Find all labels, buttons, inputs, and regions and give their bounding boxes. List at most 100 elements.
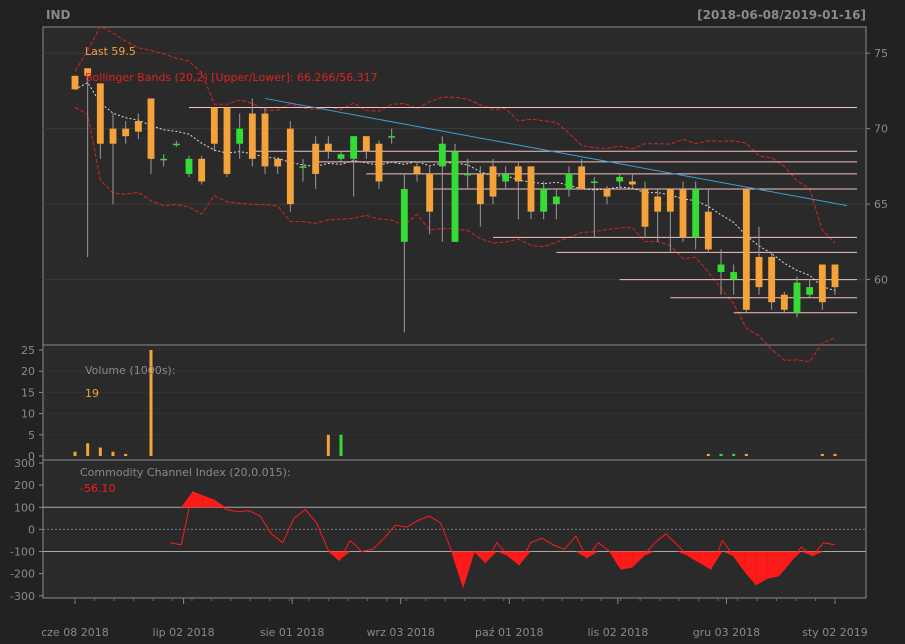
candle-body	[578, 166, 586, 190]
candle-body	[818, 264, 826, 303]
volume-tick-label: 25	[21, 344, 35, 357]
volume-title: Volume (1000s):	[85, 364, 175, 377]
date-range: [2018-06-08/2019-01-16]	[697, 8, 866, 22]
price-tick-label: 70	[874, 123, 888, 136]
volume-bar	[706, 453, 710, 456]
cci-title: Commodity Channel Index (20,0.015):	[80, 466, 291, 479]
candle-body	[552, 196, 560, 205]
x-tick-label: sty 02 2019	[802, 626, 868, 639]
volume-bar	[98, 447, 102, 456]
volume-bar	[326, 434, 330, 456]
candle-body	[641, 189, 649, 227]
candle-body	[350, 136, 358, 159]
volume-tick-label: 15	[21, 386, 35, 399]
candle-body	[413, 166, 421, 174]
candle-body	[590, 181, 598, 183]
candle-body	[210, 107, 218, 144]
candle-body	[261, 113, 269, 167]
x-tick-label: lip 02 2018	[153, 626, 215, 639]
candle-body	[324, 143, 332, 152]
trading-chart: IND [2018-06-08/2019-01-16] 60 65 70 75 0 5 1…	[10, 8, 888, 639]
candle-body	[122, 128, 130, 137]
candle-body	[337, 154, 345, 159]
candle-body	[717, 264, 725, 273]
candle-body	[274, 158, 282, 167]
candle-body	[451, 151, 459, 242]
candle-body	[71, 75, 79, 90]
candle-body	[780, 294, 788, 310]
symbol-label: IND	[46, 8, 71, 22]
cci-tick-label: -100	[10, 546, 35, 559]
x-tick-label: paź 01 2018	[475, 626, 543, 639]
volume-last-value: 19	[85, 387, 99, 400]
candle-body	[679, 189, 687, 238]
candle-body	[704, 211, 712, 250]
price-tick-label: 65	[874, 198, 888, 211]
volume-tick-label: 5	[28, 429, 35, 442]
candle-body	[134, 121, 142, 132]
candle-body	[654, 196, 662, 212]
volume-bar	[86, 443, 90, 456]
candle-body	[400, 189, 408, 242]
candle-body	[96, 83, 104, 144]
candle-body	[464, 173, 472, 176]
cci-tick-label: -200	[10, 568, 35, 581]
candle-body	[755, 256, 763, 288]
candle-body	[730, 272, 738, 280]
candle-body	[185, 158, 193, 174]
price-tick-label: 75	[874, 47, 888, 60]
candle-body	[603, 189, 611, 197]
candle-body	[147, 98, 155, 159]
candle-body	[742, 189, 750, 310]
candle-body	[793, 282, 801, 313]
candle-body	[426, 173, 434, 212]
volume-bar	[820, 453, 824, 456]
candle-body	[388, 136, 396, 138]
x-tick-label: lis 02 2018	[587, 626, 648, 639]
cci-tick-label: 200	[14, 479, 35, 492]
candle-body	[514, 166, 522, 182]
candle-body	[236, 128, 244, 144]
candle-body	[831, 264, 839, 288]
candle-body	[286, 128, 294, 205]
cci-tick-label: 100	[14, 501, 35, 514]
candle-body	[540, 189, 548, 212]
candle-body	[172, 143, 180, 146]
volume-tick-label: 10	[21, 408, 35, 421]
x-axis: cze 08 2018 lip 02 2018 sie 01 2018 wrz 03 …	[41, 598, 868, 639]
candle-body	[248, 113, 256, 159]
cci-tick-label: 300	[14, 457, 35, 470]
candle-body	[527, 166, 535, 212]
volume-tick-label: 20	[21, 365, 35, 378]
cci-tick-label: -300	[10, 590, 35, 603]
volume-bar	[732, 453, 736, 456]
x-tick-label: sie 01 2018	[260, 626, 325, 639]
candle-body	[502, 173, 510, 182]
cci-excursion-fill	[767, 551, 779, 579]
price-tick-label: 60	[874, 274, 888, 287]
candle-body	[692, 189, 700, 238]
cci-excursion-fill	[620, 551, 633, 570]
candle-body	[476, 173, 484, 205]
cci-last-value: -56.10	[80, 482, 115, 495]
candle-body	[806, 287, 814, 295]
volume-bar	[719, 453, 723, 456]
volume-bar	[339, 434, 343, 456]
candle-body	[666, 189, 674, 212]
last-price-label: Last 59.5	[85, 45, 136, 58]
volume-bar	[744, 453, 748, 456]
volume-bar	[124, 453, 128, 456]
candle-body	[489, 166, 497, 197]
candle-body	[565, 173, 573, 190]
candle-body	[312, 143, 320, 174]
candle-body	[299, 166, 307, 168]
candle-body	[628, 181, 636, 185]
candle-body	[198, 158, 206, 182]
candle-body	[223, 107, 231, 174]
candle-body	[160, 158, 168, 161]
candle-body	[362, 136, 370, 152]
candle-body	[375, 143, 383, 182]
candle-body	[109, 128, 117, 144]
x-tick-label: gru 03 2018	[693, 626, 760, 639]
candle-body	[768, 256, 776, 303]
